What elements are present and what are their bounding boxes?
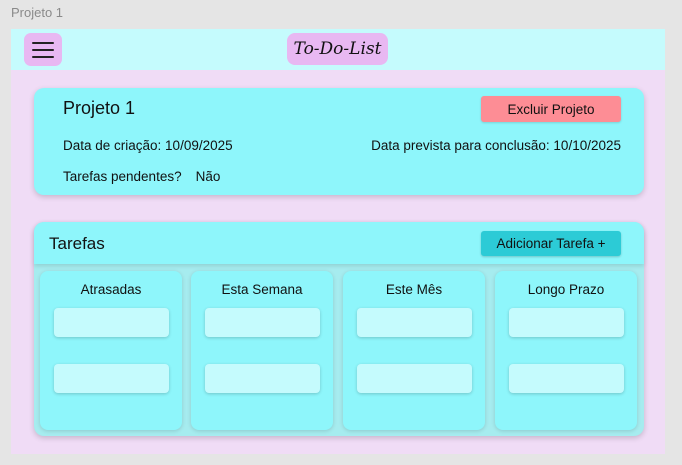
tasks-header: Tarefas Adicionar Tarefa + bbox=[34, 222, 644, 264]
pending-tasks-value: Não bbox=[195, 169, 221, 184]
due-date: Data prevista para conclusão: 10/10/2025 bbox=[371, 138, 621, 153]
tasks-title: Tarefas bbox=[49, 234, 105, 253]
task-slot[interactable] bbox=[54, 308, 169, 337]
task-slot[interactable] bbox=[205, 308, 320, 337]
tasks-card: Tarefas Adicionar Tarefa + Atrasadas Est… bbox=[34, 222, 644, 436]
hamburger-menu-icon-line bbox=[32, 55, 54, 58]
creation-date: Data de criação: 10/09/2025 bbox=[63, 138, 233, 153]
add-task-button[interactable]: Adicionar Tarefa + bbox=[481, 231, 621, 256]
column-this-month: Este Mês bbox=[343, 271, 485, 430]
task-slot[interactable] bbox=[205, 364, 320, 393]
pending-tasks-label: Tarefas pendentes? bbox=[63, 169, 182, 184]
app-frame: To-Do-List Projeto 1 Excluir Projeto Dat… bbox=[11, 29, 665, 454]
column-title: Atrasadas bbox=[80, 282, 142, 297]
task-slot[interactable] bbox=[509, 364, 624, 393]
pending-tasks: Tarefas pendentes? Não bbox=[63, 169, 220, 184]
column-long-term: Longo Prazo bbox=[495, 271, 637, 430]
menu-button[interactable] bbox=[24, 33, 62, 66]
delete-project-button[interactable]: Excluir Projeto bbox=[481, 96, 621, 122]
column-overdue: Atrasadas bbox=[40, 271, 182, 430]
hamburger-menu-icon-line bbox=[32, 48, 54, 51]
column-title: Este Mês bbox=[385, 282, 443, 297]
task-slot[interactable] bbox=[357, 308, 472, 337]
task-slot[interactable] bbox=[357, 364, 472, 393]
project-title: Projeto 1 bbox=[63, 98, 136, 118]
frame-label: Projeto 1 bbox=[11, 5, 64, 20]
hamburger-menu-icon bbox=[32, 41, 54, 44]
task-slot[interactable] bbox=[509, 308, 624, 337]
top-bar: To-Do-List bbox=[11, 29, 665, 70]
column-title: Longo Prazo bbox=[527, 282, 605, 297]
task-slot[interactable] bbox=[54, 364, 169, 393]
app-title: To-Do-List bbox=[287, 33, 388, 65]
column-this-week: Esta Semana bbox=[191, 271, 333, 430]
project-card: Projeto 1 Excluir Projeto Data de criaçã… bbox=[34, 88, 644, 195]
column-title: Esta Semana bbox=[221, 282, 303, 297]
